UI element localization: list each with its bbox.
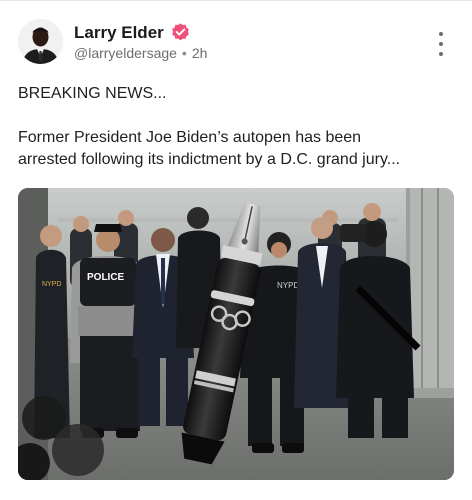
- more-options-icon[interactable]: [432, 32, 450, 56]
- top-divider: [0, 0, 472, 1]
- post-image[interactable]: NYPD POLICE NYPD: [18, 188, 454, 480]
- verified-badge-icon: [170, 22, 191, 43]
- author-name[interactable]: Larry Elder: [74, 23, 164, 43]
- post-text-headline: BREAKING NEWS...: [18, 85, 167, 102]
- vest-label-center: POLICE: [87, 272, 125, 283]
- meta-separator: •: [181, 45, 187, 61]
- vest-label-right: NYPD: [277, 281, 299, 290]
- post-text-line: arrested following its indictment by a D…: [18, 151, 401, 168]
- vest-label-left: NYPD: [42, 281, 61, 288]
- author-avatar[interactable]: [18, 19, 63, 64]
- post-timestamp[interactable]: 2h: [192, 45, 208, 61]
- author-handle[interactable]: @larryeldersage: [74, 45, 177, 61]
- post-text-line: Former President Joe Biden’s autopen has…: [18, 129, 362, 146]
